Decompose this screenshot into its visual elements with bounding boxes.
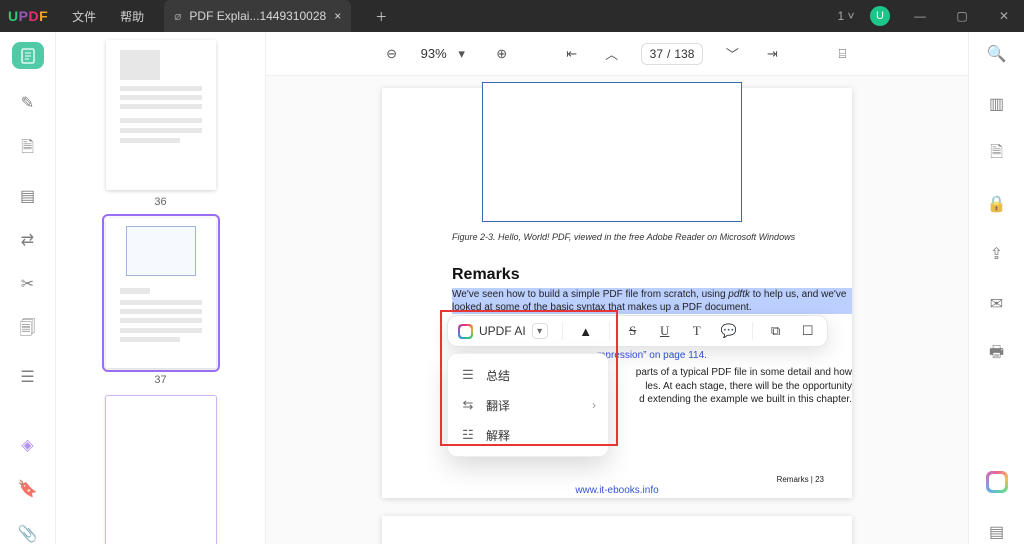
thumbnail-panel: 36 37 38: [56, 32, 266, 544]
tab-close-icon[interactable]: ×: [334, 9, 341, 23]
crop-button[interactable]: ✂: [16, 274, 40, 294]
ocr-button[interactable]: ▥: [985, 92, 1009, 116]
text-button[interactable]: T: [688, 323, 706, 339]
ai-summarize[interactable]: ☰ 总结: [448, 360, 608, 390]
edit-page-button[interactable]: 🗎: [16, 138, 40, 162]
explain-icon: ☳: [460, 427, 476, 443]
highlighted-selection[interactable]: We've seen how to build a simple PDF fil…: [452, 288, 852, 314]
thumbnail-38[interactable]: 38: [80, 396, 241, 544]
page-footer-link[interactable]: www.it-ebooks.info: [382, 485, 852, 496]
document-tab[interactable]: ⌀ PDF Explai...1449310028 ×: [164, 0, 351, 32]
more-button[interactable]: ▤: [985, 520, 1009, 544]
bookmark-button[interactable]: 🔖: [16, 479, 40, 499]
form-button[interactable]: ☰: [16, 367, 40, 387]
highlighter-icon[interactable]: ▲: [577, 324, 595, 339]
chevron-right-icon: ›: [592, 398, 596, 412]
copy-icon[interactable]: ⧉: [767, 323, 785, 339]
list-icon: ☰: [460, 367, 476, 383]
ai-translate[interactable]: ⇆ 翻译 ›: [448, 390, 608, 420]
protect-file-button[interactable]: 🔒: [985, 192, 1009, 216]
first-page-button[interactable]: ⇤: [561, 43, 583, 65]
doc-icon: ⌀: [174, 9, 181, 23]
body-text: parts of a typical PDF file in some deta…: [602, 366, 852, 407]
thumbnail-label: 36: [154, 196, 166, 208]
figure-image: [482, 82, 742, 222]
last-page-button[interactable]: ⇥: [761, 43, 783, 65]
share-button[interactable]: ⇪: [985, 242, 1009, 266]
export-button[interactable]: 🗎: [985, 142, 1009, 166]
figure-caption: Figure 2-3. Hello, World! PDF, viewed in…: [452, 232, 795, 242]
thumbnail-37[interactable]: 37: [80, 218, 241, 386]
zoom-in-button[interactable]: ⊕: [491, 43, 513, 65]
ai-menu: ☰ 总结 ⇆ 翻译 › ☳ 解释: [447, 353, 609, 457]
page-controls: ⊖ 93% ▾ ⊕ ⇤ ︿ 37/138 ﹀ ⇥ ⌸: [266, 32, 968, 76]
window-maximize-icon[interactable]: ▢: [950, 9, 974, 23]
page-footer: Remarks | 23: [777, 475, 824, 484]
organize-button[interactable]: ▤: [16, 186, 40, 206]
window-close-icon[interactable]: ✕: [992, 9, 1016, 23]
chevron-down-icon[interactable]: ▾: [532, 323, 548, 339]
next-page-peek: [382, 516, 852, 544]
new-tab-button[interactable]: ＋: [375, 8, 387, 25]
comment-icon[interactable]: 💬: [720, 323, 738, 339]
ai-chat-button[interactable]: [985, 470, 1009, 494]
annotate-button[interactable]: ✎: [16, 93, 40, 113]
layers-button[interactable]: ◈: [16, 435, 40, 455]
zoom-dropdown[interactable]: ▾: [451, 43, 473, 65]
strikethrough-button[interactable]: S: [624, 323, 642, 339]
thumbnail-label: 37: [154, 374, 166, 386]
zoom-value: 93%: [421, 46, 447, 61]
document-viewport: ⊖ 93% ▾ ⊕ ⇤ ︿ 37/138 ﹀ ⇥ ⌸ Figure 2-3. H…: [266, 32, 968, 544]
page-icon: [20, 48, 36, 64]
right-toolbar: 🔍 ▥ 🗎 🔒 ⇪ ✉ 🖶 ▤: [968, 32, 1024, 544]
search-button[interactable]: 🔍: [985, 42, 1009, 66]
bookmark-icon[interactable]: ☐: [799, 323, 817, 339]
underline-button[interactable]: U: [656, 323, 674, 339]
window-minimize-icon[interactable]: ―: [908, 9, 932, 23]
tab-count[interactable]: 1 ˅: [834, 9, 858, 23]
protect-button[interactable]: 🗐: [16, 319, 40, 343]
menu-help[interactable]: 帮助: [120, 8, 144, 25]
section-heading: Remarks: [452, 266, 520, 284]
prev-page-button[interactable]: ︿: [601, 43, 623, 65]
left-toolbar: ✎ 🗎 ▤ ⇄ ✂ 🗐 ☰ ◈ 🔖 📎: [0, 32, 56, 544]
print-button[interactable]: 🖶: [985, 342, 1009, 366]
menu-file[interactable]: 文件: [72, 8, 96, 25]
ai-explain[interactable]: ☳ 解释: [448, 420, 608, 450]
updf-ai-button[interactable]: UPDF AI ▾: [458, 323, 548, 339]
ai-icon: [458, 324, 473, 339]
tab-title: PDF Explai...1449310028: [189, 9, 326, 23]
page-canvas: Figure 2-3. Hello, World! PDF, viewed in…: [382, 88, 852, 498]
email-button[interactable]: ✉: [985, 292, 1009, 316]
translate-icon: ⇆: [460, 397, 476, 413]
zoom-out-button[interactable]: ⊖: [381, 43, 403, 65]
attachment-button[interactable]: 📎: [16, 524, 40, 544]
next-page-button[interactable]: ﹀: [721, 43, 743, 65]
selection-toolbar: UPDF AI ▾ ▲ S U T 💬 ⧉ ☐: [447, 315, 828, 347]
app-logo: UPDF: [8, 8, 48, 24]
reader-mode-button[interactable]: [12, 42, 44, 69]
title-bar: UPDF 文件 帮助 ⌀ PDF Explai...1449310028 × ＋…: [0, 0, 1024, 32]
page-indicator[interactable]: 37/138: [641, 43, 704, 65]
thumbnail-36[interactable]: 36: [80, 40, 241, 208]
convert-button[interactable]: ⇄: [16, 230, 40, 250]
presentation-button[interactable]: ⌸: [831, 43, 853, 65]
avatar[interactable]: U: [870, 6, 890, 26]
